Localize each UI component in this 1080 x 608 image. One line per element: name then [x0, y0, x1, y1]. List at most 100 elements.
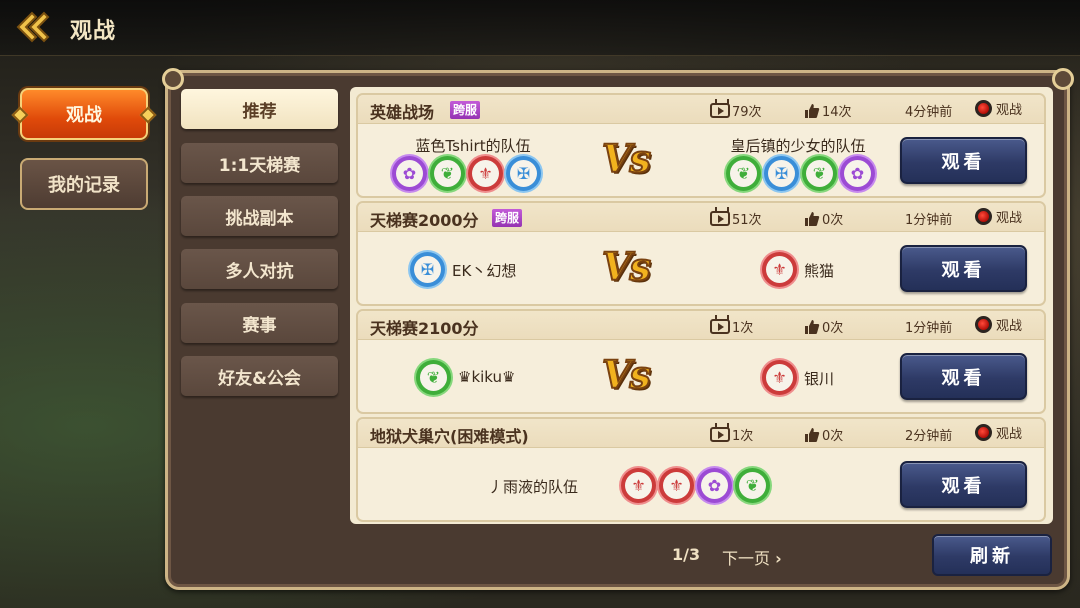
next-page-label: 下一页 [722, 549, 771, 568]
class-emblem-icon: ❦ [434, 160, 461, 187]
refresh-button[interactable]: 刷新 [932, 534, 1052, 576]
class-emblem-icon: ✠ [768, 160, 795, 187]
watch-button[interactable]: 观看 [900, 245, 1027, 292]
right-team-name: 皇后镇的少女的队伍 [730, 137, 866, 155]
cross-server-badge: 跨服 [450, 101, 481, 119]
like-count: 0次 [804, 317, 843, 336]
page-title: 观战 [70, 19, 117, 44]
category-recommended[interactable]: 推荐 [181, 89, 338, 129]
tv-icon [710, 211, 730, 226]
left-team-name: ♛kiku♛ [458, 368, 516, 386]
thumbs-up-icon [805, 319, 820, 334]
match-title: 地狱犬巢穴(困难模式) [370, 427, 529, 446]
class-emblem-icon: ✿ [701, 472, 728, 499]
view-count: 79次 [710, 101, 762, 120]
back-button[interactable] [14, 10, 54, 44]
class-icon-purple: ✿ [697, 468, 732, 503]
top-bar: 观战 [0, 0, 1080, 56]
view-count: 51次 [710, 209, 762, 228]
class-icon-blue: ✠ [764, 156, 799, 191]
right-team-name: 熊猫 [804, 262, 835, 280]
match-card-header: 天梯赛2100分 1次 0次 1分钟前 观战 [358, 311, 1044, 340]
cross-server-badge: 跨服 [492, 209, 523, 227]
view-count-value: 1次 [732, 321, 754, 336]
category-challenge-dungeon[interactable]: 挑战副本 [181, 196, 338, 236]
live-label: 观战 [996, 319, 1023, 334]
side-tab-my-records[interactable]: 我的记录 [20, 158, 148, 210]
class-emblem-icon: ⚜ [663, 472, 690, 499]
class-icon-blue: ✠ [506, 156, 541, 191]
class-emblem-icon: ⚜ [472, 160, 499, 187]
live-spectate-indicator: 观战 [975, 207, 1022, 226]
class-emblem-icon: ⚜ [766, 256, 793, 283]
class-emblem-icon: ⚜ [766, 364, 793, 391]
class-emblem-icon: ✠ [414, 256, 441, 283]
side-tab-spectate[interactable]: 观战 [11, 88, 157, 140]
class-icon-red: ⚜ [762, 360, 797, 395]
match-card: 地狱犬巢穴(困难模式) 1次 0次 2分钟前 观战 丿雨液的队伍 ⚜ ⚜ ✿ ❦… [356, 417, 1046, 522]
category-friends-guild[interactable]: 好友&公会 [181, 356, 338, 396]
class-icon-red: ⚜ [468, 156, 503, 191]
class-icon-blue: ✠ [410, 252, 445, 287]
watch-button[interactable]: 观看 [900, 353, 1027, 400]
class-icon-red: ⚜ [659, 468, 694, 503]
match-time: 1分钟前 [905, 213, 953, 228]
watch-button[interactable]: 观看 [900, 461, 1027, 508]
match-time: 2分钟前 [905, 429, 953, 444]
view-count-value: 1次 [732, 429, 754, 444]
thumbs-up-icon [805, 427, 820, 442]
like-count: 0次 [804, 209, 843, 228]
match-card-header: 天梯赛2000分 跨服 51次 0次 1分钟前 观战 [358, 203, 1044, 232]
class-icon-green: ❦ [416, 360, 451, 395]
panel-corner-ornament [162, 68, 184, 90]
category-multiplayer[interactable]: 多人对抗 [181, 249, 338, 289]
thumbs-up-icon [805, 211, 820, 226]
like-count-value: 0次 [822, 213, 844, 228]
live-spectate-indicator: 观战 [975, 99, 1022, 118]
tv-icon [710, 427, 730, 442]
tv-icon [710, 319, 730, 334]
view-count: 1次 [710, 425, 753, 444]
match-card: 天梯赛2100分 1次 0次 1分钟前 观战 ❦ ♛kiku♛ Vs ⚜ 银川 … [356, 309, 1046, 414]
category-tournament[interactable]: 赛事 [181, 303, 338, 343]
left-team-name: EK丶幻想 [452, 262, 517, 280]
view-count: 1次 [710, 317, 753, 336]
class-emblem-icon: ✿ [844, 160, 871, 187]
class-emblem-icon: ❦ [730, 160, 757, 187]
side-tab-label: 观战 [66, 105, 102, 126]
class-icon-green: ❦ [726, 156, 761, 191]
like-count: 14次 [804, 101, 852, 120]
watch-button[interactable]: 观看 [900, 137, 1027, 184]
right-team-name: 银川 [804, 370, 835, 388]
page-indicator: 1/3 [672, 545, 701, 564]
match-title: 天梯赛2100分 [370, 319, 479, 338]
match-card: 英雄战场 跨服 79次 14次 4分钟前 观战 蓝色Tshirt的队伍 ✿ ❦ … [356, 93, 1046, 198]
like-count-value: 14次 [822, 105, 852, 120]
match-title: 天梯赛2000分 [370, 211, 479, 230]
left-team-name: 丿雨液的队伍 [488, 478, 579, 496]
class-emblem-icon: ❦ [806, 160, 833, 187]
like-count-value: 0次 [822, 321, 844, 336]
vs-emblem: Vs [601, 243, 652, 290]
live-label: 观战 [996, 427, 1023, 442]
class-icon-purple: ✿ [392, 156, 427, 191]
thumbs-up-icon [805, 103, 820, 118]
like-count-value: 0次 [822, 429, 844, 444]
left-team-name: 蓝色Tshirt的队伍 [415, 137, 531, 155]
class-emblem-icon: ❦ [739, 472, 766, 499]
vs-emblem: Vs [601, 135, 652, 182]
live-dot-icon [975, 208, 992, 225]
match-card: 天梯赛2000分 跨服 51次 0次 1分钟前 观战 ✠ EK丶幻想 Vs ⚜ … [356, 201, 1046, 306]
class-icon-green: ❦ [802, 156, 837, 191]
live-label: 观战 [996, 211, 1023, 226]
live-spectate-indicator: 观战 [975, 423, 1022, 442]
class-emblem-icon: ✠ [510, 160, 537, 187]
class-icon-red: ⚜ [762, 252, 797, 287]
panel-corner-ornament [1052, 68, 1074, 90]
next-page-link[interactable]: 下一页 › [722, 545, 782, 569]
class-icon-red: ⚜ [621, 468, 656, 503]
class-emblem-icon: ❦ [420, 364, 447, 391]
view-count-value: 79次 [732, 105, 762, 120]
match-time: 1分钟前 [905, 321, 953, 336]
category-ladder-1v1[interactable]: 1:1天梯赛 [181, 143, 338, 183]
